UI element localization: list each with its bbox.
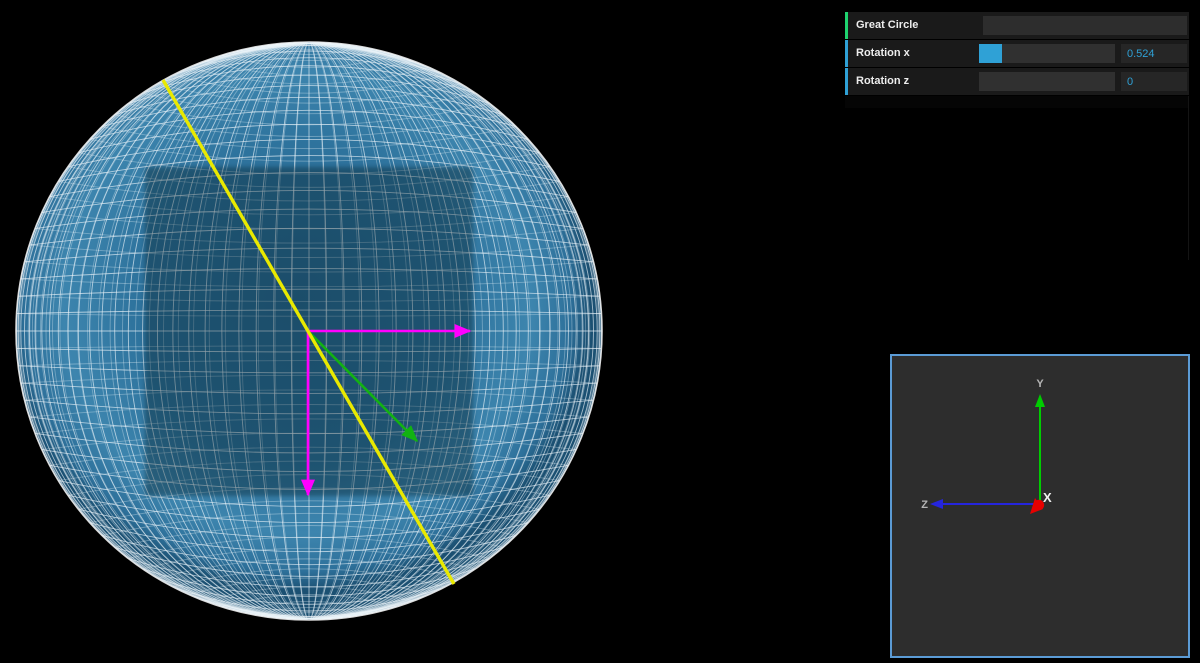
gui-row-great-circle[interactable]: Great Circle [845,12,1189,39]
panel-edge-line [1188,96,1189,260]
gui-row-label: Rotation z [856,75,910,87]
gui-input-zone [983,12,1189,39]
gui-row-label: Great Circle [856,19,919,31]
great-circle-text-input[interactable] [983,16,1187,35]
z-axis-arrowhead-icon [930,499,943,509]
y-axis-label: Y [1036,378,1044,390]
gui-row-label: Rotation x [856,47,910,59]
gui-input-zone: 0 [979,68,1189,95]
gui-footer [845,96,1189,108]
y-axis-arrowhead-icon [1035,394,1045,407]
rotation-x-value-input[interactable]: 0.524 [1121,44,1187,63]
rotation-x-slider[interactable] [979,44,1115,63]
z-axis-label: Z [921,499,928,511]
gui-row-rotation-z: Rotation z 0 [845,68,1189,95]
x-axis-label: X [1043,490,1052,505]
app-root: Great Circle Rotation x 0.524 Rotation z… [0,0,1200,663]
axes-widget-canvas: Y Z X [921,378,1052,514]
control-panel: Great Circle Rotation x 0.524 Rotation z… [845,12,1189,108]
axes-orientation-widget: Y Z X [890,354,1190,658]
rotation-z-slider[interactable] [979,72,1115,91]
rotation-x-slider-fill [979,44,1002,63]
gui-input-zone: 0.524 [979,40,1189,67]
rotation-z-value-input[interactable]: 0 [1121,72,1187,91]
gui-row-rotation-x: Rotation x 0.524 [845,40,1189,67]
